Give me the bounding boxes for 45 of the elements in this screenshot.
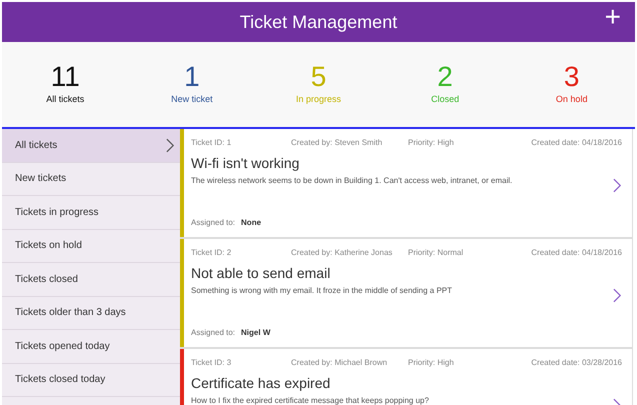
stat-count: 11 [50, 62, 80, 91]
stat-count: 2 [437, 62, 453, 91]
ticket-created-date: Created date: 04/18/2016 [531, 247, 622, 259]
assignee-name: None [241, 217, 262, 229]
chevron-right-icon [613, 178, 622, 193]
ticket-priority: Priority: High [408, 137, 455, 149]
stat-label: On hold [556, 92, 588, 106]
chevron-right-icon [166, 138, 175, 153]
ticket-created-date: Created date: 03/28/2016 [531, 357, 622, 369]
stat-count: 5 [310, 62, 326, 91]
ticket-priority: Priority: Normal [408, 247, 464, 259]
ticket-id: Ticket ID: 3 [191, 357, 232, 369]
ticket-card[interactable]: Ticket ID: 2 Created by: Katherine Jonas Priority: Normal Created date: 04/18/2016 Not able to send email Something is wrong with my email. It froze in the middle of sending a PPT Assigned to: Nigel W [180, 239, 633, 349]
assigned-label: Assigned to: [191, 327, 236, 339]
assigned-label: Assigned to: [191, 217, 236, 229]
ticket-title: Not able to send email [191, 264, 332, 283]
stat-label: Closed [431, 92, 460, 106]
add-button[interactable]: + [604, 3, 621, 31]
ticket-title: Certificate has expired [191, 374, 332, 393]
assignee-name: Nigel W [241, 327, 270, 339]
ticket-description: Something is wrong with my email. It froze in the middle of sending a PPT [191, 285, 454, 297]
chevron-right-icon [613, 288, 622, 303]
sidebar-item[interactable]: Tickets closed today [2, 364, 180, 397]
stat-label: All tickets [46, 92, 84, 106]
ticket-id: Ticket ID: 2 [191, 247, 232, 259]
ticket-creator: Created by: Katherine Jonas [291, 247, 394, 259]
ticket-created-date: Created date: 04/18/2016 [531, 137, 622, 149]
sidebar-item[interactable]: Tickets on hold [2, 230, 180, 263]
ticket-description: The wireless network seems to be down in Building 1. Can't access web, intranet, or email. [191, 175, 514, 187]
sidebar-item[interactable]: Tickets older than 3 days [2, 296, 180, 330]
stat-count: 3 [564, 62, 580, 91]
app-title: Ticket Management [240, 10, 398, 34]
ticket-title: Wi-fi isn't working [191, 154, 300, 173]
ticket-creator: Created by: Michael Brown [291, 357, 388, 369]
ticket-description: How to I fix the expired certificate message that keeps popping up? [191, 395, 430, 405]
sidebar-item[interactable]: All tickets [2, 129, 180, 162]
stat-label: In progress [296, 92, 341, 106]
stat-count: 1 [184, 62, 200, 91]
stat-label: New ticket [171, 92, 213, 106]
ticket-card[interactable]: Ticket ID: 3 Created by: Michael Brown Priority: High Created date: 03/28/2016 Certificate has expired How to I fix the expired certificate message that keeps popping up? [180, 349, 633, 405]
ticket-creator: Created by: Steven Smith [291, 137, 384, 149]
sidebar-item[interactable]: New tickets [2, 162, 180, 196]
ticket-card[interactable] [180, 129, 633, 239]
ticket-priority: Priority: High [408, 357, 455, 369]
ticket-id: Ticket ID: 1 [191, 137, 232, 149]
